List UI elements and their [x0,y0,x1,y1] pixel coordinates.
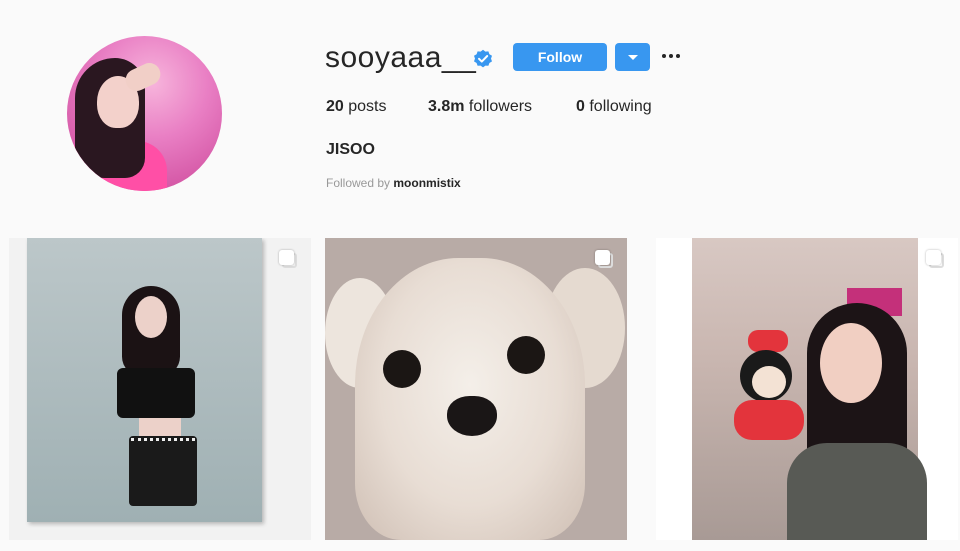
verified-badge-icon [474,49,492,68]
followers-count-value: 3.8m [428,98,465,115]
following-link[interactable]: 0 following [576,98,652,116]
more-options-icon[interactable] [660,48,682,64]
multiple-photos-icon [926,250,944,268]
followers-count-label: followers [468,98,533,115]
post-tile[interactable] [656,238,958,540]
post-image [27,238,262,522]
followed-by-prefix: Followed by [326,176,391,190]
post-image-dog-nose [447,396,497,436]
profile-avatar[interactable] [67,36,222,191]
caret-down-icon [628,55,638,60]
posts-count-value: 20 [326,98,344,115]
post-image-dog-eye [507,336,545,374]
profile-full-name: JISOO [326,141,375,158]
followed-by-user-link[interactable]: moonmistix [393,176,460,190]
followers-link[interactable]: 3.8m followers [428,98,532,116]
multiple-photos-icon [279,250,297,268]
profile-username: sooyaaa__ [325,41,477,74]
follow-button[interactable]: Follow [513,43,607,71]
suggestions-dropdown-button[interactable] [615,43,650,71]
posts-count-label: posts [348,98,387,115]
post-tile[interactable] [9,238,311,540]
following-count-label: following [589,98,652,115]
post-image-dog-eye [383,350,421,388]
following-count-value: 0 [576,98,585,115]
post-image [692,238,927,540]
followed-by-line: Followed by moonmistix [326,176,461,190]
post-tile[interactable] [325,238,627,540]
multiple-photos-icon [595,250,613,268]
posts-count: 20 posts [326,98,387,116]
